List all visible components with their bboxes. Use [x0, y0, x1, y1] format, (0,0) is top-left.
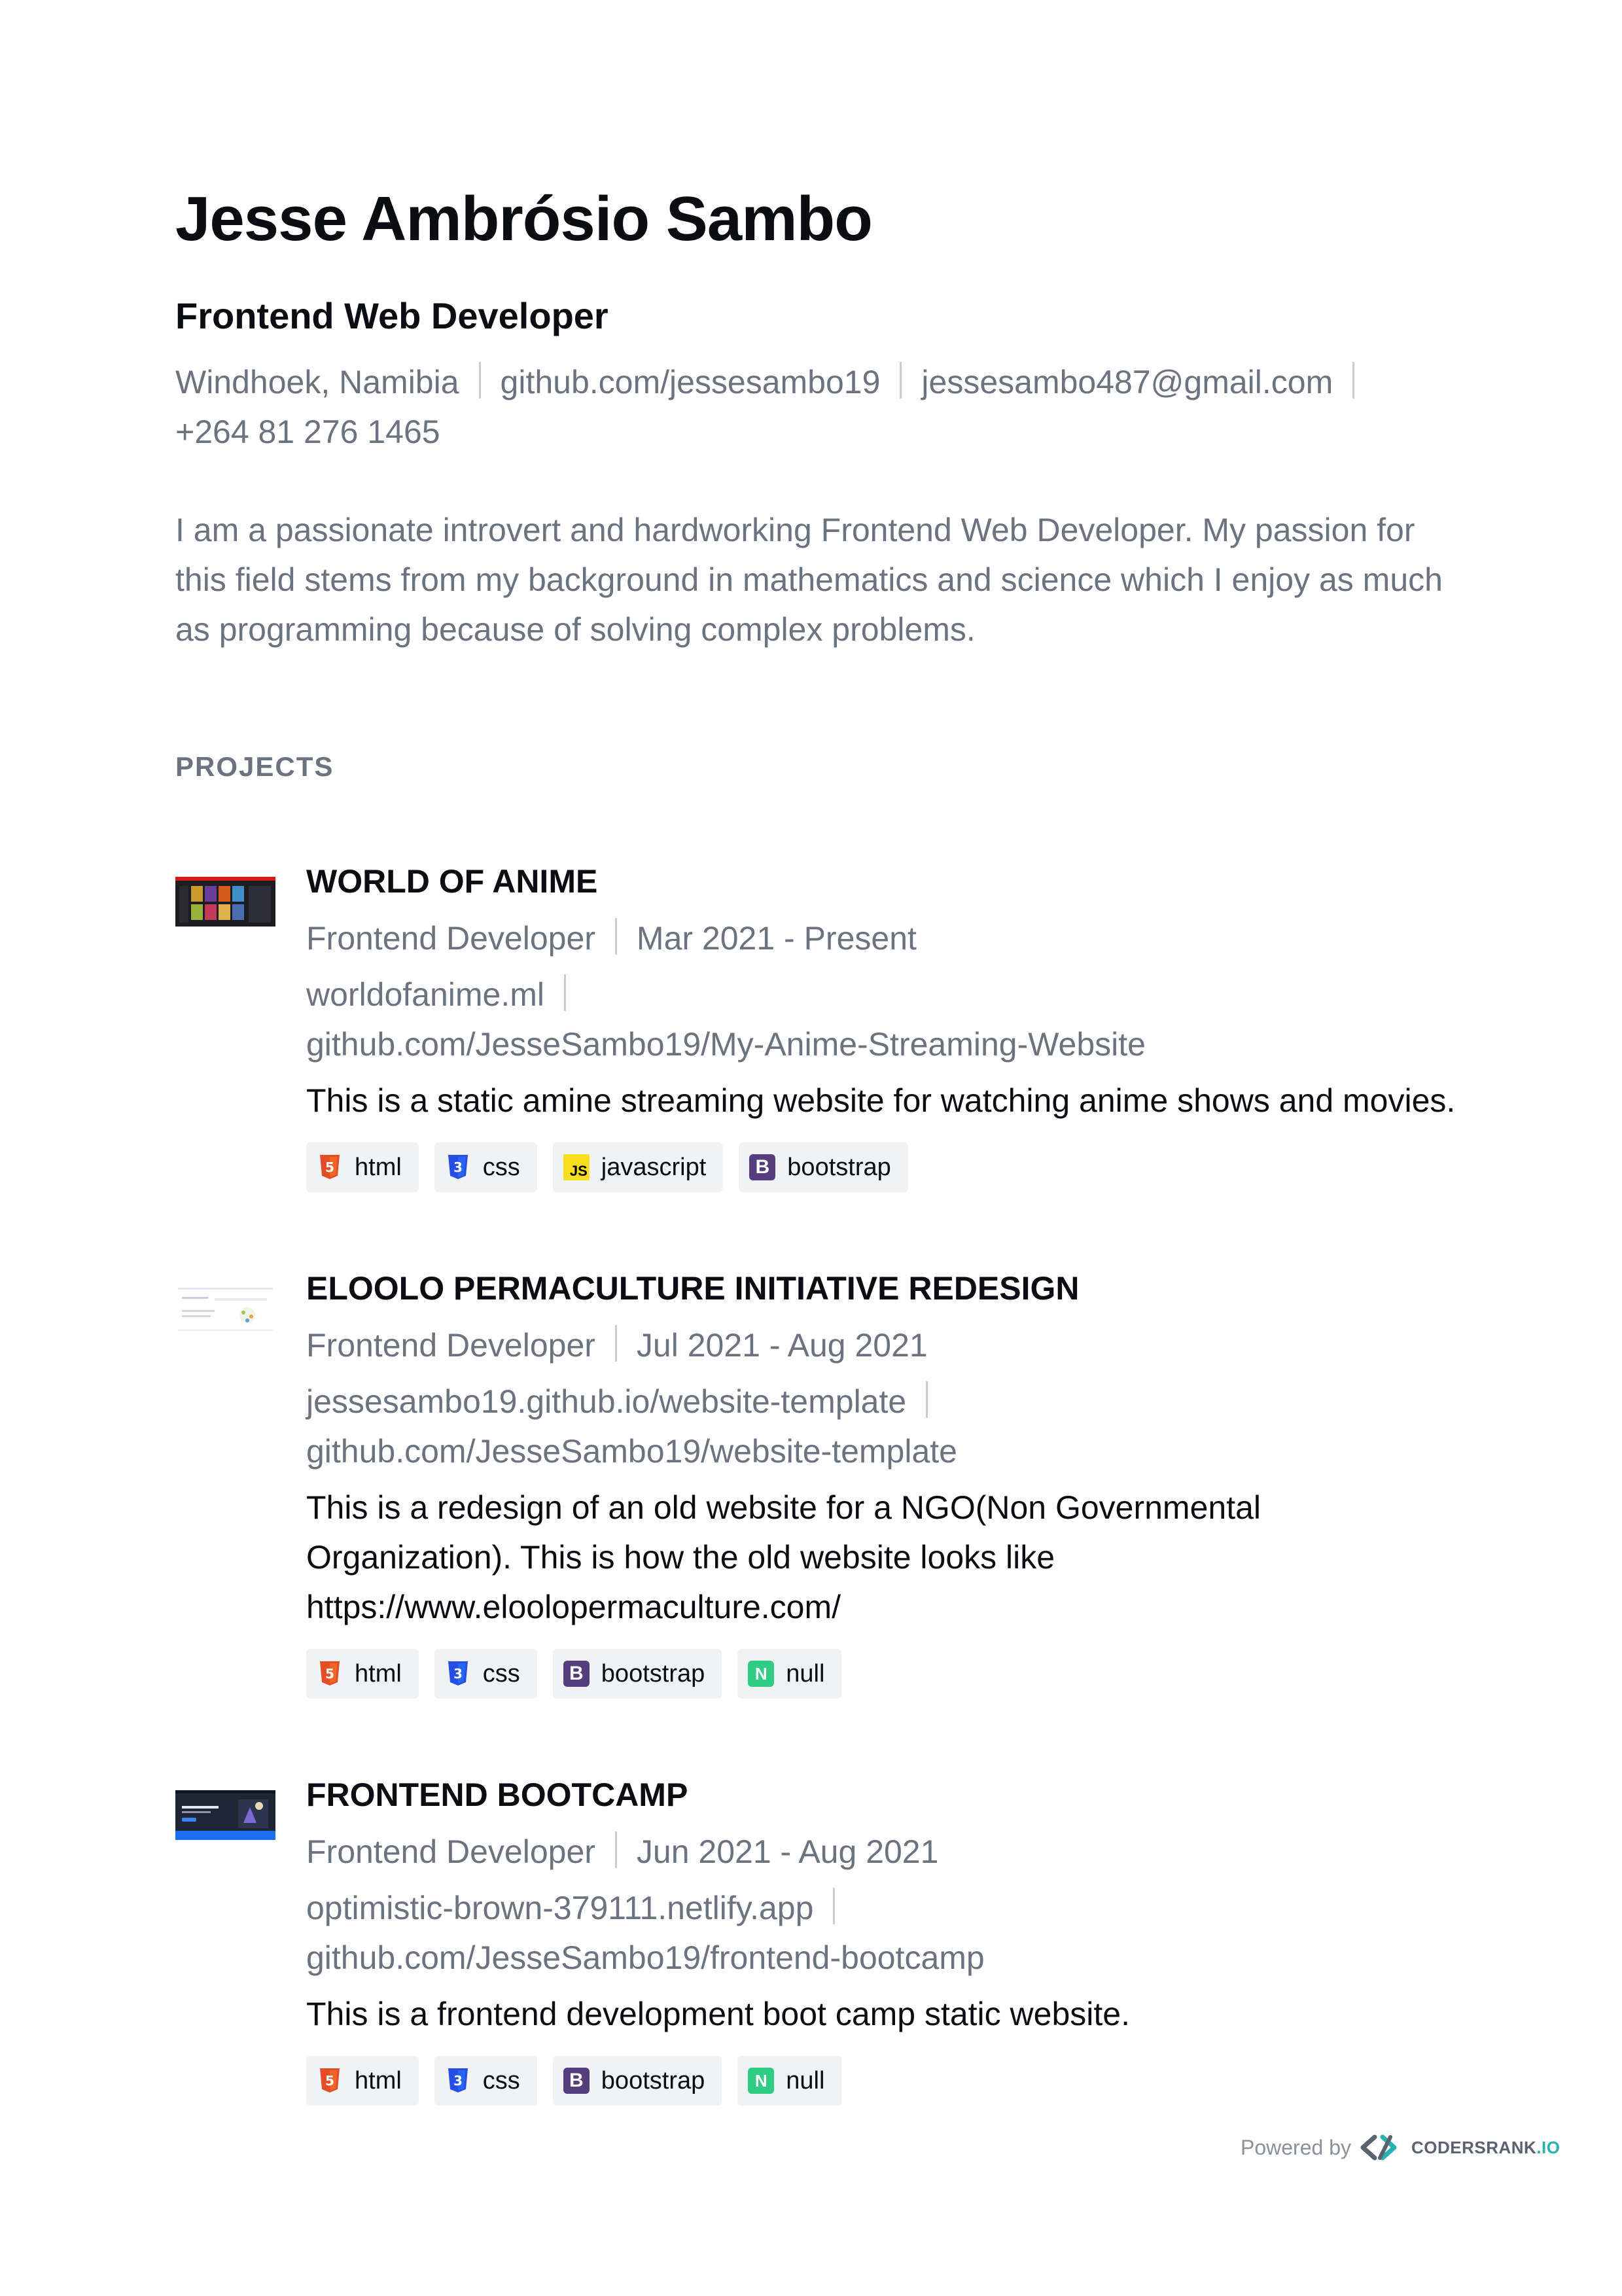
resume-page: Jesse Ambrósio Sambo Frontend Web Develo…: [175, 177, 1458, 2106]
project-title: FRONTEND BOOTCAMP: [306, 1776, 688, 1813]
n-icon: N: [748, 2066, 775, 2095]
svg-text:5: 5: [325, 2073, 334, 2089]
tag-label: bootstrap: [601, 1659, 705, 1687]
css3-icon: 3: [445, 1153, 471, 1182]
tag-label: css: [482, 1659, 520, 1687]
projects-heading: PROJECTS: [175, 751, 334, 782]
tag-bootstrap: B bootstrap: [552, 2056, 722, 2106]
tag-css: 3 css: [434, 2056, 537, 2106]
tag-bootstrap: B bootstrap: [552, 1649, 722, 1699]
phone-number: +264 81 276 1465: [175, 414, 440, 450]
html5-icon: 5: [317, 1153, 343, 1182]
n-icon: N: [748, 1659, 775, 1688]
html5-icon: 5: [317, 1659, 343, 1688]
tag-label: css: [482, 2066, 520, 2094]
email-link[interactable]: jessesambo487@gmail.com: [921, 364, 1333, 400]
tag-label: null: [786, 1659, 825, 1687]
tag-null: N null: [737, 1649, 842, 1699]
divider: [1352, 362, 1355, 398]
divider: [564, 974, 567, 1011]
html5-icon: 5: [317, 2066, 343, 2095]
project-description: This is a frontend development boot camp…: [306, 1996, 1130, 2032]
powered-by-label: Powered by: [1241, 2135, 1351, 2159]
tag-label: html: [355, 1153, 402, 1181]
project-description: This is a static amine streaming website…: [306, 1082, 1456, 1119]
css3-icon: 3: [445, 1659, 471, 1688]
person-name: Jesse Ambrósio Sambo: [175, 184, 873, 254]
project-thumbnail: [175, 877, 275, 927]
tag-label: html: [355, 2066, 402, 2094]
project-site-link[interactable]: worldofanime.ml: [306, 976, 544, 1013]
divider: [478, 362, 481, 398]
divider: [614, 1831, 617, 1868]
svg-text:3: 3: [453, 2073, 463, 2089]
project-thumbnail: [175, 1790, 275, 1840]
css3-icon: 3: [445, 2066, 471, 2095]
project-role: Frontend Developer: [306, 1327, 595, 1364]
project-title: WORLD OF ANIME: [306, 863, 598, 900]
tag-javascript: JS javascript: [552, 1142, 724, 1192]
project-role: Frontend Developer: [306, 1833, 595, 1870]
powered-by-footer: Powered by CODERSRANK.IO: [1241, 2134, 1560, 2161]
github-link[interactable]: github.com/jessesambo19: [501, 364, 881, 400]
tech-tags: 5 html 3 css B bootstrap N null: [306, 1649, 1458, 1699]
tag-html: 5 html: [306, 2056, 419, 2106]
project-thumbnail: [175, 1284, 275, 1333]
svg-text:5: 5: [325, 1159, 334, 1175]
codersrank-logo-icon: [1360, 2134, 1405, 2161]
project-repo-link[interactable]: github.com/JesseSambo19/My-Anime-Streami…: [306, 1026, 1146, 1063]
tag-label: null: [786, 2066, 825, 2094]
project-item: FRONTEND BOOTCAMP Frontend Developer Jun …: [175, 1772, 1458, 2106]
project-meta: Frontend Developer Mar 2021 - Present: [306, 913, 1458, 963]
tag-label: javascript: [601, 1153, 707, 1181]
project-meta: Frontend Developer Jul 2021 - Aug 2021: [306, 1320, 1458, 1370]
project-repo-link[interactable]: github.com/JesseSambo19/frontend-bootcam…: [306, 1939, 985, 1976]
tag-label: html: [355, 1659, 402, 1687]
svg-text:3: 3: [453, 1666, 463, 1682]
location: Windhoek, Namibia: [175, 364, 459, 400]
job-title: Frontend Web Developer: [175, 295, 608, 336]
project-dates: Jun 2021 - Aug 2021: [636, 1833, 939, 1870]
divider: [900, 362, 902, 398]
tag-css: 3 css: [434, 1649, 537, 1699]
project-meta: Frontend Developer Jun 2021 - Aug 2021: [306, 1827, 1458, 1877]
project-dates: Jul 2021 - Aug 2021: [636, 1327, 928, 1364]
divider: [833, 1888, 836, 1924]
tag-label: bootstrap: [787, 1153, 891, 1181]
tag-label: bootstrap: [601, 2066, 705, 2094]
project-repo-link[interactable]: github.com/JesseSambo19/website-template: [306, 1433, 957, 1470]
tag-html: 5 html: [306, 1142, 419, 1192]
project-dates: Mar 2021 - Present: [636, 920, 917, 957]
tag-bootstrap: B bootstrap: [739, 1142, 908, 1192]
javascript-icon: JS: [563, 1153, 590, 1182]
project-item: ELOOLO PERMACULTURE INITIATIVE REDESIGN …: [175, 1265, 1458, 1699]
codersrank-brand[interactable]: CODERSRANK.IO: [1411, 2138, 1560, 2158]
tag-label: css: [482, 1153, 520, 1181]
divider: [926, 1381, 928, 1418]
tech-tags: 5 html 3 css JS javascript B bootstrap: [306, 1142, 1458, 1192]
project-links: optimistic-brown-379111.netlify.app githu…: [306, 1883, 1458, 1983]
project-title: ELOOLO PERMACULTURE INITIATIVE REDESIGN: [306, 1270, 1080, 1307]
contact-line: Windhoek, Namibia github.com/jessesambo19…: [175, 357, 1458, 457]
project-links: worldofanime.ml github.com/JesseSambo19/M…: [306, 970, 1458, 1069]
project-site-link[interactable]: jessesambo19.github.io/website-template: [306, 1383, 906, 1420]
project-site-link[interactable]: optimistic-brown-379111.netlify.app: [306, 1890, 813, 1926]
divider: [614, 918, 617, 955]
tech-tags: 5 html 3 css B bootstrap N null: [306, 2056, 1458, 2106]
bootstrap-icon: B: [563, 1659, 590, 1688]
project-description: This is a redesign of an old website for…: [306, 1489, 1261, 1625]
bootstrap-icon: B: [749, 1153, 776, 1182]
bootstrap-icon: B: [563, 2066, 590, 2095]
project-links: jessesambo19.github.io/website-template g…: [306, 1377, 1458, 1476]
projects-list: WORLD OF ANIME Frontend Developer Mar 202…: [175, 858, 1458, 2106]
project-role: Frontend Developer: [306, 920, 595, 957]
project-item: WORLD OF ANIME Frontend Developer Mar 202…: [175, 858, 1458, 1192]
divider: [614, 1325, 617, 1362]
summary-text: I am a passionate introvert and hardwork…: [175, 512, 1443, 648]
tag-null: N null: [737, 2056, 842, 2106]
tag-css: 3 css: [434, 1142, 537, 1192]
svg-text:5: 5: [325, 1666, 334, 1682]
tag-html: 5 html: [306, 1649, 419, 1699]
svg-text:3: 3: [453, 1159, 463, 1175]
